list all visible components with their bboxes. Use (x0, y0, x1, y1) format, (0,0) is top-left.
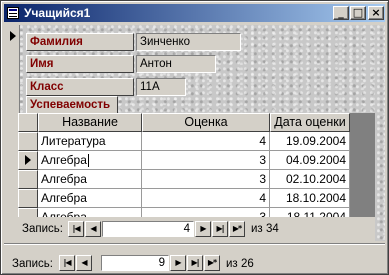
form-navigation-bar: Запись: |◀ ◀ 9 ▶ ▶| ▶* из 26 (4, 253, 385, 273)
next-record-button[interactable]: ▶ (195, 221, 211, 237)
cell-date[interactable]: 04.09.2004 (270, 151, 350, 170)
performance-subform: Название Оценка Дата оценки Литература 4… (18, 113, 375, 241)
cell-grade[interactable]: 3 (142, 151, 270, 170)
divider (4, 243, 385, 245)
current-row-selector[interactable] (18, 151, 38, 170)
minimize-button[interactable]: _ (333, 6, 349, 20)
first-name-field[interactable]: Антон (136, 55, 216, 73)
prev-record-button[interactable]: ◀ (76, 255, 92, 271)
partial-row-clip: Алгебра 3 18.11.2004 (18, 208, 350, 217)
subform-navigation-bar: Запись: |◀ ◀ 4 ▶ ▶| ▶* из 34 (18, 217, 375, 241)
cell-date[interactable]: 18.11.2004 (270, 208, 350, 217)
cell-subject[interactable]: Алгебра (38, 189, 142, 208)
subform-record-number[interactable]: 4 (102, 221, 194, 237)
row-selector[interactable] (18, 208, 38, 217)
first-record-button[interactable]: |◀ (59, 255, 75, 271)
cell-subject-active[interactable]: Алгебра (38, 151, 142, 170)
cell-grade[interactable]: 4 (142, 189, 270, 208)
form-of-label: из (226, 258, 238, 270)
close-button[interactable]: × (368, 6, 384, 20)
current-row-arrow-icon (25, 155, 31, 165)
cell-grade[interactable]: 3 (142, 170, 270, 189)
cell-subject[interactable]: Алгебра (38, 208, 142, 217)
cell-date[interactable]: 18.10.2004 (270, 189, 350, 208)
access-form-window: Учащийся1 _ □ × Фамилия Зинченко Имя Ант… (0, 0, 389, 275)
class-field[interactable]: 11А (136, 78, 186, 96)
surname-field[interactable]: Зинченко (136, 33, 241, 51)
text-cursor (87, 154, 89, 168)
select-all-corner[interactable] (18, 113, 38, 132)
next-record-button[interactable]: ▶ (170, 255, 186, 271)
column-header-grade[interactable]: Оценка (142, 113, 270, 132)
subform-nav-label: Запись: (22, 223, 63, 235)
cell-grade[interactable]: 3 (142, 208, 270, 217)
last-record-button[interactable]: ▶| (212, 221, 228, 237)
form-detail-section: Фамилия Зинченко Имя Антон Класс 11А Усп… (6, 25, 385, 241)
column-header-date[interactable]: Дата оценки (270, 113, 350, 132)
label-first-name: Имя (26, 55, 134, 73)
row-selector[interactable] (18, 132, 38, 151)
subform-of-label: из (251, 223, 263, 235)
last-record-button[interactable]: ▶| (187, 255, 203, 271)
title-bar[interactable]: Учащийся1 _ □ × (4, 4, 385, 22)
cell-subject-text: Алгебра (41, 153, 87, 167)
cell-grade[interactable]: 4 (142, 132, 270, 151)
form-icon[interactable] (7, 7, 19, 19)
form-nav-label: Запись: (12, 258, 53, 270)
row-selector[interactable] (18, 170, 38, 189)
current-record-arrow-icon (10, 31, 16, 41)
cell-subject[interactable]: Алгебра (38, 170, 142, 189)
prev-record-button[interactable]: ◀ (85, 221, 101, 237)
label-class: Класс (26, 78, 134, 96)
cell-date[interactable]: 02.10.2004 (270, 170, 350, 189)
first-record-button[interactable]: |◀ (68, 221, 84, 237)
new-record-button[interactable]: ▶* (204, 255, 220, 271)
column-header-name[interactable]: Название (38, 113, 142, 132)
row-selector[interactable] (18, 189, 38, 208)
cell-subject[interactable]: Литература (38, 132, 142, 151)
label-surname: Фамилия (26, 33, 134, 51)
window-title: Учащийся1 (24, 6, 91, 20)
form-record-number[interactable]: 9 (101, 255, 169, 271)
maximize-button[interactable]: □ (350, 6, 366, 20)
form-record-total: 26 (241, 258, 254, 270)
cell-date[interactable]: 19.09.2004 (270, 132, 350, 151)
label-performance-subform: Успеваемость (26, 96, 118, 114)
subform-record-total: 34 (266, 223, 279, 235)
new-record-button[interactable]: ▶* (229, 221, 245, 237)
